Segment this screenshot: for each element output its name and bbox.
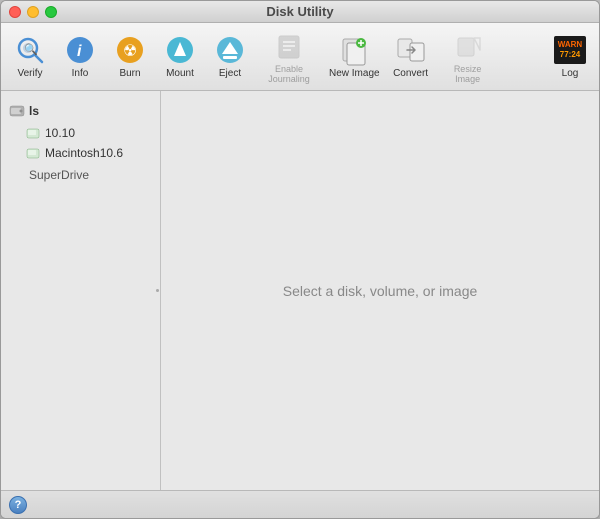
detail-pane: Select a disk, volume, or image: [161, 91, 599, 490]
log-label: Log: [562, 68, 579, 79]
toolbar-log[interactable]: WARN 77:24 Log: [545, 30, 595, 83]
toolbar-new-image[interactable]: New Image: [323, 30, 386, 83]
volume-icon-1010: [25, 125, 41, 141]
toolbar-enable-journaling[interactable]: Enable Journaling: [255, 26, 323, 88]
traffic-lights: [9, 6, 57, 18]
info-label: Info: [72, 68, 89, 79]
toolbar-verify[interactable]: 🔍 Verify: [5, 30, 55, 83]
minimize-button[interactable]: [27, 6, 39, 18]
sidebar-resizer[interactable]: [154, 281, 160, 301]
resizer-dot: [156, 289, 159, 292]
svg-text:☢: ☢: [123, 43, 137, 60]
mount-label: Mount: [166, 68, 194, 79]
resize-image-label: Resize Image: [442, 64, 494, 84]
disk-ls-label: ls: [29, 104, 39, 118]
info-icon: i: [64, 34, 96, 66]
main-window: Disk Utility 🔍 Verify i: [0, 0, 600, 519]
titlebar: Disk Utility: [1, 1, 599, 23]
enable-journaling-icon: [273, 30, 305, 62]
maximize-button[interactable]: [45, 6, 57, 18]
log-icon: WARN 77:24: [554, 34, 586, 66]
superdrive-label: SuperDrive: [29, 168, 89, 182]
help-label: ?: [15, 499, 22, 511]
toolbar: 🔍 Verify i Info ☢ Burn: [1, 23, 599, 91]
toolbar-resize-image[interactable]: Resize Image: [436, 26, 500, 88]
bottom-bar: ?: [1, 490, 599, 518]
toolbar-convert[interactable]: Convert: [386, 30, 436, 83]
sidebar-volume-1010[interactable]: 10.10: [1, 123, 160, 143]
burn-icon: ☢: [114, 34, 146, 66]
toolbar-info[interactable]: i Info: [55, 30, 105, 83]
toolbar-eject[interactable]: Eject: [205, 30, 255, 83]
burn-label: Burn: [119, 68, 140, 79]
new-image-label: New Image: [329, 68, 380, 79]
eject-label: Eject: [219, 68, 241, 79]
resize-image-icon: [452, 30, 484, 62]
svg-text:🔍: 🔍: [24, 42, 38, 56]
toolbar-mount[interactable]: Mount: [155, 30, 205, 83]
verify-icon: 🔍: [14, 34, 46, 66]
mount-icon: [164, 34, 196, 66]
new-image-icon: [338, 34, 370, 66]
sidebar-disk-ls[interactable]: ls: [1, 99, 160, 123]
convert-label: Convert: [393, 68, 428, 79]
volume-1010-label: 10.10: [45, 126, 75, 140]
svg-text:i: i: [77, 43, 82, 60]
eject-icon: [214, 34, 246, 66]
verify-label: Verify: [17, 68, 42, 79]
help-button[interactable]: ?: [9, 496, 27, 514]
volume-icon-macintosh106: [25, 145, 41, 161]
enable-journaling-label: Enable Journaling: [261, 64, 317, 84]
convert-icon: [395, 34, 427, 66]
toolbar-burn[interactable]: ☢ Burn: [105, 30, 155, 83]
sidebar-volume-macintosh106[interactable]: Macintosh10.6: [1, 143, 160, 163]
main-content: ls 10.10 Macintosh10.6: [1, 91, 599, 490]
detail-placeholder-text: Select a disk, volume, or image: [283, 283, 478, 299]
log-badge: WARN 77:24: [554, 36, 586, 64]
volume-macintosh106-label: Macintosh10.6: [45, 146, 123, 160]
disk-drive-icon: [9, 103, 25, 119]
sidebar: ls 10.10 Macintosh10.6: [1, 91, 161, 490]
close-button[interactable]: [9, 6, 21, 18]
superdrive-icon: [9, 167, 25, 183]
sidebar-drive-superdrive[interactable]: SuperDrive: [1, 163, 160, 187]
window-title: Disk Utility: [266, 4, 333, 19]
